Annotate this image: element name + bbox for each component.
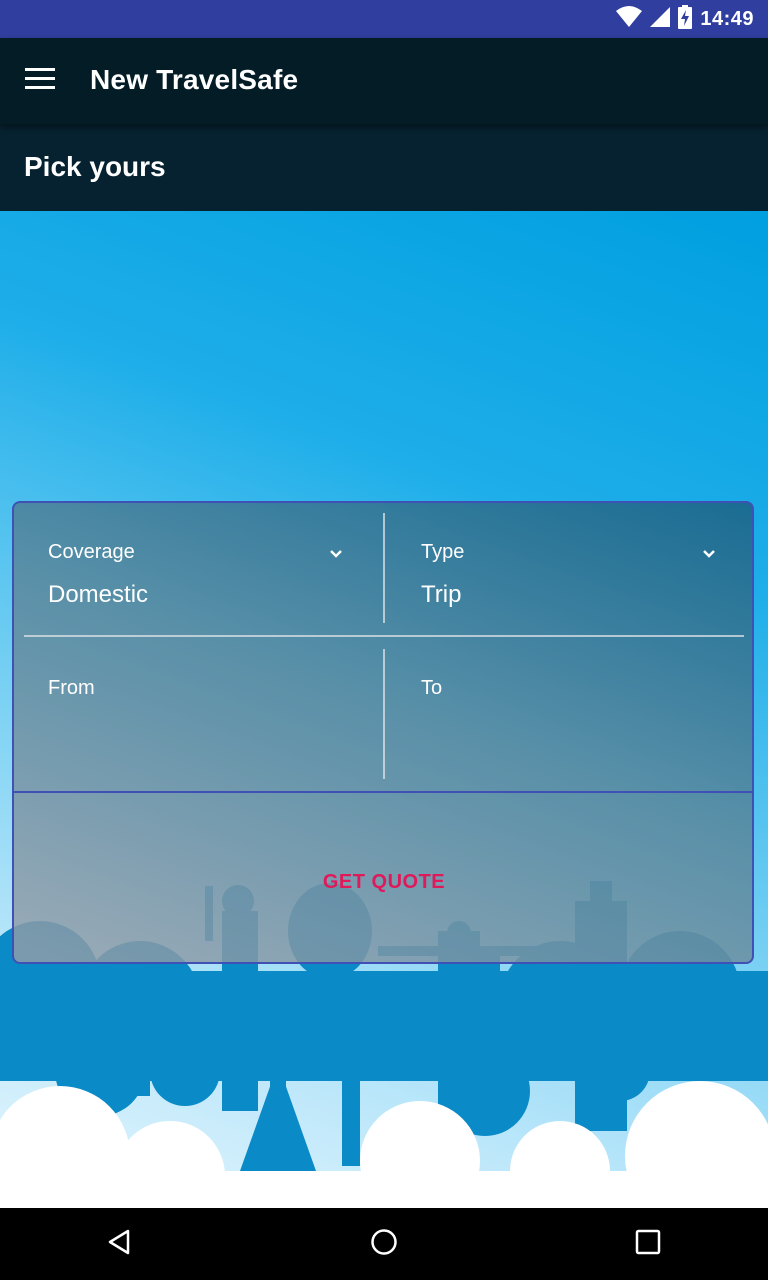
column-divider [383, 649, 385, 779]
back-button[interactable] [96, 1220, 144, 1268]
home-circle-icon [370, 1228, 398, 1261]
from-field[interactable]: From [48, 677, 368, 777]
app-title: New TravelSafe [90, 64, 299, 95]
coverage-label: Coverage [48, 541, 135, 563]
status-bar: 14:49 [0, 0, 768, 38]
get-quote-button[interactable]: GET QUOTE [244, 858, 524, 906]
home-button[interactable] [360, 1220, 408, 1268]
coverage-value: Domestic [48, 581, 149, 608]
status-time: 14:49 [700, 7, 754, 30]
wifi-icon [616, 5, 643, 33]
navigation-bar [0, 1208, 768, 1280]
recents-button[interactable] [624, 1220, 672, 1268]
to-field[interactable]: To [421, 677, 741, 777]
status-icons: 14:49 [616, 4, 754, 34]
subheader-title: Pick yours [24, 151, 166, 182]
hamburger-menu-icon [25, 67, 55, 95]
chevron-down-icon [324, 541, 348, 565]
app-bar: New TravelSafe [0, 38, 768, 124]
column-divider [383, 513, 385, 623]
recents-square-icon [635, 1229, 661, 1260]
type-label: Type [421, 541, 465, 563]
to-label: To [421, 677, 443, 699]
from-label: From [48, 677, 95, 699]
type-value: Trip [421, 581, 462, 608]
chevron-down-icon [697, 541, 721, 565]
card-separator [14, 791, 752, 793]
quote-form-card: Coverage Domestic Type Trip From To GET … [12, 501, 754, 964]
battery-charging-icon [678, 4, 693, 34]
back-triangle-icon [106, 1228, 134, 1261]
type-dropdown[interactable]: Type Trip [421, 541, 721, 621]
cellular-signal-icon [650, 6, 671, 32]
menu-button[interactable] [16, 59, 64, 103]
hero-background: Coverage Domestic Type Trip From To GET … [0, 211, 768, 1208]
coverage-dropdown[interactable]: Coverage Domestic [48, 541, 348, 621]
row-divider [24, 635, 744, 637]
subheader: Pick yours [0, 124, 768, 211]
